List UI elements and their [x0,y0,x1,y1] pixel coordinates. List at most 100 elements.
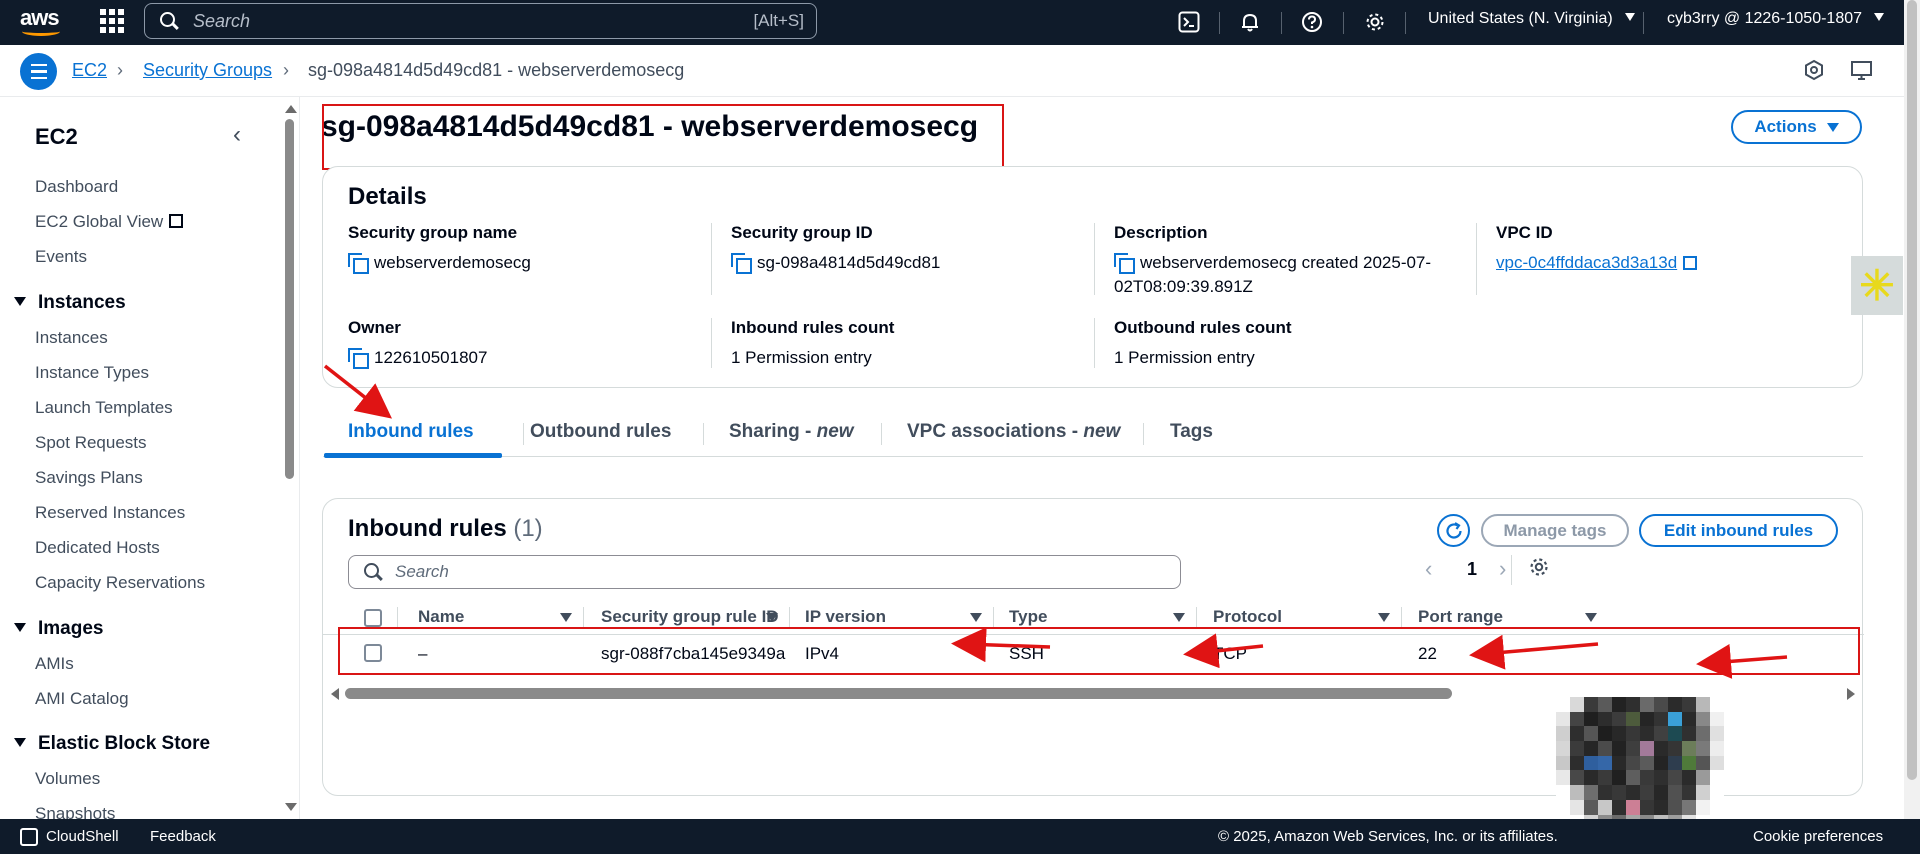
sort-caret-icon[interactable] [970,613,982,622]
sort-caret-icon[interactable] [1378,613,1390,622]
sidebar-item-instance-types[interactable]: Instance Types [35,363,149,383]
column-header-type[interactable]: Type [1009,607,1047,627]
cloudshell-icon[interactable] [1174,7,1204,37]
inbound-rules-heading: Inbound rules (1) [348,515,543,543]
sort-caret-icon[interactable] [1585,613,1597,622]
column-header-ip-version[interactable]: IP version [805,607,886,627]
bell-icon[interactable] [1235,7,1265,37]
details-heading: Details [348,183,427,210]
sidebar-item-instances[interactable]: Instances [35,328,108,348]
cloudshell-link[interactable]: CloudShell [46,828,119,845]
sort-caret-icon[interactable] [1173,613,1185,622]
caret-down-icon [14,738,26,747]
column-header-port-range[interactable]: Port range [1418,607,1503,627]
column-header-protocol[interactable]: Protocol [1213,607,1282,627]
sidebar-item-snapshots[interactable]: Snapshots [35,804,115,819]
hamburger-menu-button[interactable] [20,53,57,90]
vpc-id-link[interactable]: vpc-0c4ffddaca3d3a13d [1496,253,1677,272]
sidebar-item-dedicated-hosts[interactable]: Dedicated Hosts [35,538,160,558]
tab-outbound-rules[interactable]: Outbound rules [530,421,671,443]
sidebar-item-capacity-reservations[interactable]: Capacity Reservations [35,573,205,593]
page-number[interactable]: 1 [1467,559,1477,580]
field-label: Inbound rules count [731,318,895,337]
owner-field: Owner 122610501807 [348,318,708,370]
sidebar-item-global-view[interactable]: EC2 Global View [35,212,184,232]
page-scrollbar[interactable] [1907,0,1917,780]
copy-icon[interactable] [348,348,369,369]
account-menu[interactable]: cyb3rry @ 1226-1050-1807 [1667,10,1885,28]
sg-name-field: Security group name webserverdemosecg [348,223,708,275]
tab-sharing[interactable]: Sharing - new [729,421,854,443]
sidebar-collapse-icon[interactable]: ‹ [233,121,241,149]
sidebar-item-ami-catalog[interactable]: AMI Catalog [35,689,129,709]
display-preferences-icon[interactable] [1850,59,1874,86]
gear-icon[interactable] [1360,7,1390,37]
sidebar-item-dashboard[interactable]: Dashboard [35,177,118,197]
chevron-right-icon[interactable]: › [1499,556,1506,582]
outbound-count-field: Outbound rules count 1 Permission entry [1114,318,1474,370]
sidebar-item-reserved-instances[interactable]: Reserved Instances [35,503,185,523]
copy-icon[interactable] [348,253,369,274]
sort-caret-icon[interactable] [560,613,572,622]
manage-tags-button[interactable]: Manage tags [1481,514,1629,547]
column-header-rule-id[interactable]: Security group rule ID [601,607,779,627]
breadcrumb-current: sg-098a4814d5d49cd81 - webserverdemosecg [308,60,685,80]
help-icon[interactable] [1297,7,1327,37]
copy-icon[interactable] [1114,253,1135,274]
sidebar-item-launch-templates[interactable]: Launch Templates [35,398,173,418]
search-shortcut: [Alt+S] [753,11,804,30]
annotation-box [338,627,1860,675]
tab-vpc-associations[interactable]: VPC associations - new [907,421,1120,443]
sidebar-item-spot-requests[interactable]: Spot Requests [35,433,147,453]
tab-tags[interactable]: Tags [1170,421,1213,443]
sidebar: EC2 ‹ Dashboard EC2 Global View Events I… [0,97,300,819]
cloudshell-icon[interactable] [20,828,38,846]
sidebar-item-volumes[interactable]: Volumes [35,769,100,789]
assistant-widget-icon[interactable]: ✳ [1851,256,1903,315]
aws-smile-icon [22,27,60,36]
aws-logo[interactable]: aws [20,5,76,39]
search-icon [159,11,179,31]
sort-caret-icon[interactable] [766,613,778,622]
field-label: Outbound rules count [1114,318,1292,337]
select-all-checkbox[interactable] [364,609,382,627]
breadcrumb-ec2[interactable]: EC2 [72,60,107,81]
chevron-left-icon[interactable]: ‹ [1425,556,1432,582]
edit-inbound-rules-button[interactable]: Edit inbound rules [1639,514,1838,547]
hexagon-settings-icon[interactable] [1803,59,1825,86]
tab-new-badge: new [1083,421,1121,442]
table-scroll-left[interactable] [331,688,339,700]
table-scroll-right[interactable] [1847,688,1855,700]
sidebar-item-savings-plans[interactable]: Savings Plans [35,468,143,488]
services-grid-icon[interactable] [100,9,124,33]
sidebar-scroll-down[interactable] [285,803,297,811]
sidebar-item-events[interactable]: Events [35,247,87,267]
tab-inbound-rules[interactable]: Inbound rules [348,421,474,443]
column-header-name[interactable]: Name [418,607,464,627]
tab-label: Outbound rules [530,421,672,442]
sidebar-item-label: EC2 Global View [35,212,164,231]
inbound-count-value: 1 Permission entry [731,348,872,367]
global-search-input[interactable]: Search [Alt+S] [144,3,817,39]
sidebar-section-ebs[interactable]: Elastic Block Store [14,733,210,755]
sidebar-scrollbar[interactable] [285,119,294,479]
rules-search-input[interactable]: Search [348,555,1181,589]
tab-label: Sharing - [729,421,817,442]
sidebar-item-amis[interactable]: AMIs [35,654,74,674]
refresh-button[interactable] [1437,514,1470,547]
copy-icon[interactable] [731,253,752,274]
caret-down-icon [1874,13,1885,21]
table-horizontal-scrollbar[interactable] [345,688,1452,699]
region-selector[interactable]: United States (N. Virginia) [1428,10,1636,28]
breadcrumb-security-groups[interactable]: Security Groups [143,60,272,81]
sidebar-scroll-up[interactable] [285,105,297,113]
top-navigation: aws Search [Alt+S] United States (N. Vir… [0,0,1920,45]
table-settings-gear-icon[interactable] [1528,556,1550,584]
cookie-preferences-link[interactable]: Cookie preferences [1753,828,1883,845]
sidebar-section-instances[interactable]: Instances [14,292,126,314]
feedback-link[interactable]: Feedback [150,828,216,845]
actions-button[interactable]: Actions [1731,110,1862,144]
sg-name-value: webserverdemosecg [374,253,531,272]
owner-value: 122610501807 [374,348,488,367]
sidebar-section-images[interactable]: Images [14,618,103,640]
